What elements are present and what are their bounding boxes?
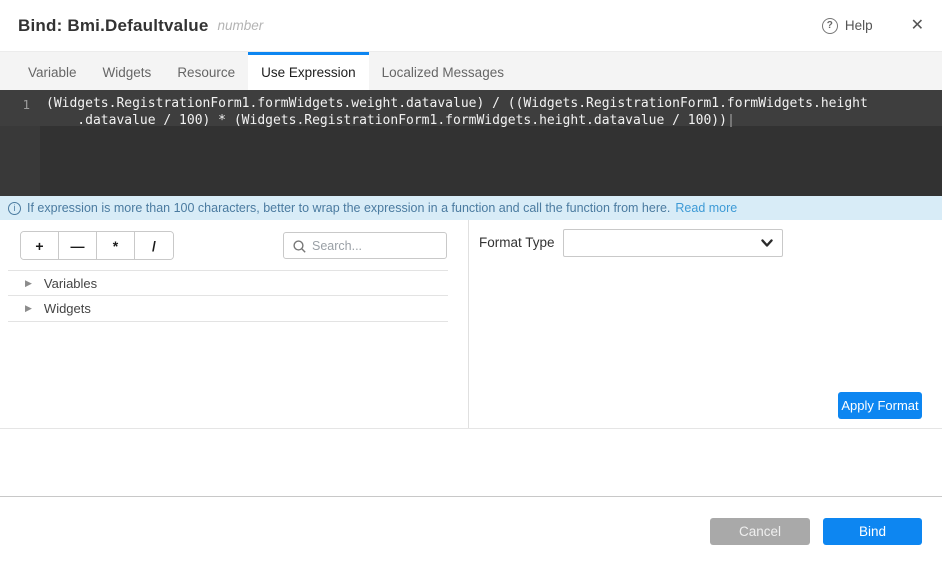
info-icon: i bbox=[8, 201, 21, 215]
tree-item-label: Widgets bbox=[43, 301, 91, 316]
tab-variable[interactable]: Variable bbox=[15, 52, 90, 90]
code-line-2-text: .datavalue / 100) * (Widgets.Registratio… bbox=[46, 112, 727, 128]
operator-button-group: + — * / bbox=[20, 231, 174, 260]
footer-divider bbox=[0, 496, 942, 497]
tab-resource[interactable]: Resource bbox=[164, 52, 248, 90]
help-icon: ? bbox=[821, 17, 838, 34]
dialog-header: Bind: Bmi.Defaultvalue number ? Help ✕ bbox=[0, 0, 942, 52]
bind-button[interactable]: Bind bbox=[823, 518, 922, 545]
expression-builder-panel: + — * / ▶ Variables ▶ Widgets bbox=[0, 220, 468, 428]
tree-item-variables[interactable]: ▶ Variables bbox=[8, 270, 448, 296]
code-line-1: (Widgets.RegistrationForm1.formWidgets.w… bbox=[46, 96, 868, 111]
binding-type-hint: number bbox=[217, 18, 264, 33]
format-type-label: Format Type bbox=[479, 235, 555, 250]
apply-format-button[interactable]: Apply Format bbox=[838, 392, 922, 419]
format-type-select[interactable] bbox=[563, 229, 783, 257]
read-more-link[interactable]: Read more bbox=[675, 201, 737, 215]
chevron-down-icon bbox=[761, 239, 773, 247]
multiply-operator-button[interactable]: * bbox=[97, 232, 135, 259]
bind-dialog: Bind: Bmi.Defaultvalue number ? Help ✕ V… bbox=[0, 0, 942, 562]
cancel-button[interactable]: Cancel bbox=[710, 518, 810, 545]
editor-cursor bbox=[729, 113, 732, 127]
help-button[interactable]: ? Help bbox=[821, 17, 873, 34]
body-divider bbox=[0, 428, 942, 429]
tab-localized-messages[interactable]: Localized Messages bbox=[369, 52, 517, 90]
plus-operator-button[interactable]: + bbox=[21, 232, 59, 259]
close-icon[interactable]: ✕ bbox=[911, 17, 924, 34]
binding-source-tree: ▶ Variables ▶ Widgets bbox=[8, 270, 448, 322]
divide-operator-button[interactable]: / bbox=[135, 232, 173, 259]
tab-widgets[interactable]: Widgets bbox=[90, 52, 165, 90]
info-bar: i If expression is more than 100 charact… bbox=[0, 196, 942, 220]
tab-use-expression[interactable]: Use Expression bbox=[248, 52, 369, 90]
dialog-title: Bind: Bmi.Defaultvalue bbox=[18, 15, 209, 35]
tab-bar: Variable Widgets Resource Use Expression… bbox=[0, 52, 942, 90]
tree-item-label: Variables bbox=[43, 275, 98, 291]
search-icon bbox=[293, 240, 306, 253]
editor-code: (Widgets.RegistrationForm1.formWidgets.w… bbox=[46, 96, 936, 129]
code-line-2: .datavalue / 100) * (Widgets.Registratio… bbox=[46, 113, 936, 130]
minus-operator-button[interactable]: — bbox=[59, 232, 97, 259]
expression-editor[interactable]: 1 (Widgets.RegistrationForm1.formWidgets… bbox=[0, 90, 942, 196]
format-panel: Format Type Apply Format bbox=[469, 220, 942, 428]
help-label: Help bbox=[844, 18, 873, 33]
editor-line-number: 1 bbox=[22, 97, 30, 112]
tree-item-widgets[interactable]: ▶ Widgets bbox=[8, 296, 448, 322]
search-box bbox=[283, 232, 447, 259]
caret-right-icon[interactable]: ▶ bbox=[25, 278, 32, 289]
info-message: If expression is more than 100 character… bbox=[27, 201, 671, 215]
search-input[interactable] bbox=[312, 233, 442, 258]
caret-right-icon[interactable]: ▶ bbox=[25, 303, 32, 314]
